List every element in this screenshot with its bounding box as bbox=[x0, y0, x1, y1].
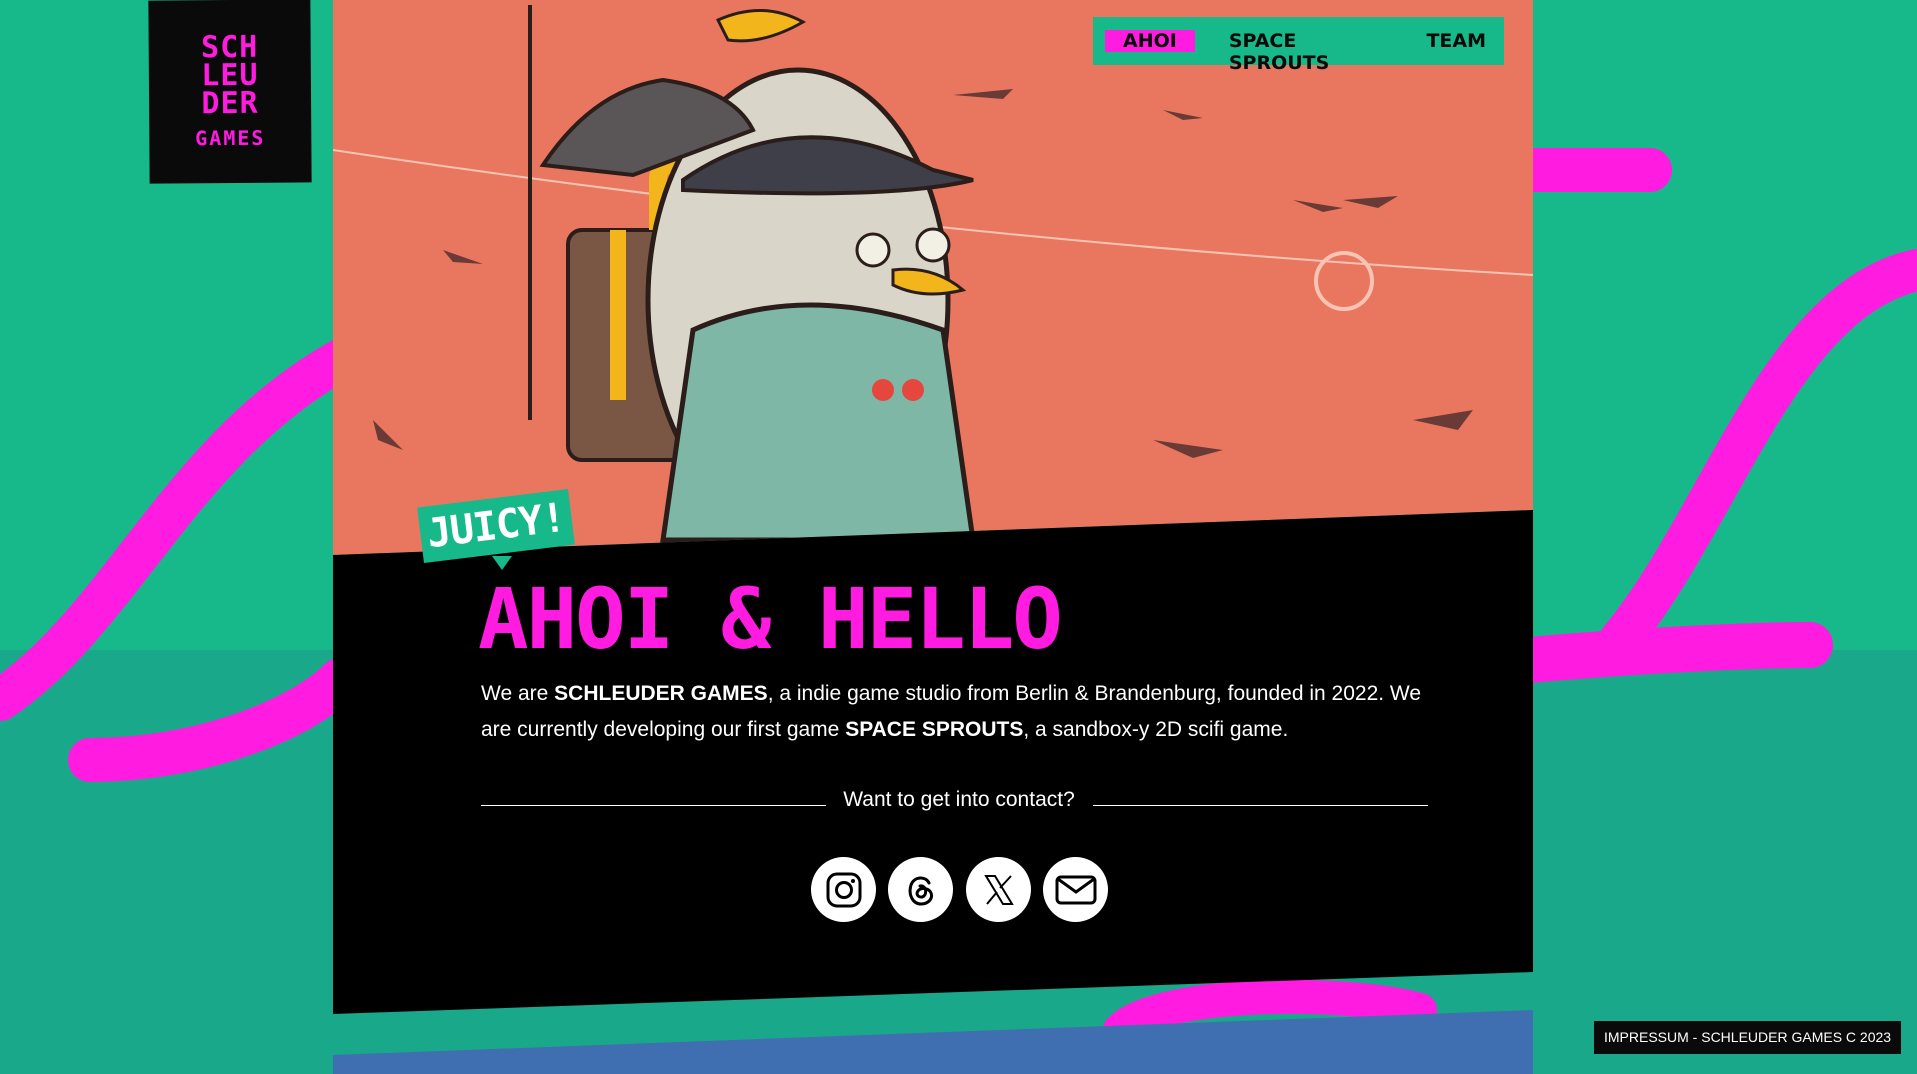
divider-right bbox=[1093, 805, 1428, 806]
game-name: SPACE SPROUTS bbox=[845, 718, 1024, 741]
mail-link[interactable] bbox=[1043, 857, 1108, 922]
logo-subtitle: GAMES bbox=[195, 125, 266, 150]
contact-prompt: Want to get into contact? bbox=[843, 788, 1075, 811]
instagram-icon bbox=[826, 872, 861, 907]
intro-part-1: We are bbox=[481, 682, 555, 705]
logo-line-3: DER bbox=[201, 85, 259, 121]
intro-text: We are SCHLEUDER GAMES, a indie game stu… bbox=[481, 676, 1441, 748]
instagram-link[interactable] bbox=[811, 857, 876, 922]
nav-item-space-sprouts[interactable]: SPACE SPROUTS bbox=[1211, 30, 1395, 74]
juicy-badge-tail bbox=[492, 556, 512, 570]
hero-artwork bbox=[333, 5, 1533, 543]
nav-item-team[interactable]: TEAM bbox=[1408, 30, 1504, 52]
main-nav: AHOI SPACE SPROUTS TEAM bbox=[1093, 17, 1504, 74]
x-icon bbox=[983, 874, 1014, 905]
threads-icon bbox=[908, 876, 933, 906]
mail-icon bbox=[1055, 875, 1096, 904]
threads-link[interactable] bbox=[888, 857, 953, 922]
studio-logo[interactable]: SCH LEU DER GAMES bbox=[148, 0, 312, 184]
hero-illustration bbox=[333, 0, 1533, 555]
footer-impressum[interactable]: IMPRESSUM - SCHLEUDER GAMES C 2023 bbox=[1594, 1021, 1902, 1054]
nav-item-ahoi[interactable]: AHOI bbox=[1105, 30, 1195, 52]
intro-part-3: , a sandbox-y 2D scifi game. bbox=[1023, 718, 1289, 741]
studio-name: SCHLEUDER GAMES bbox=[554, 682, 768, 705]
divider-left bbox=[481, 805, 826, 806]
x-link[interactable] bbox=[966, 857, 1031, 922]
page-title: AHOI & HELLO bbox=[478, 570, 1063, 668]
